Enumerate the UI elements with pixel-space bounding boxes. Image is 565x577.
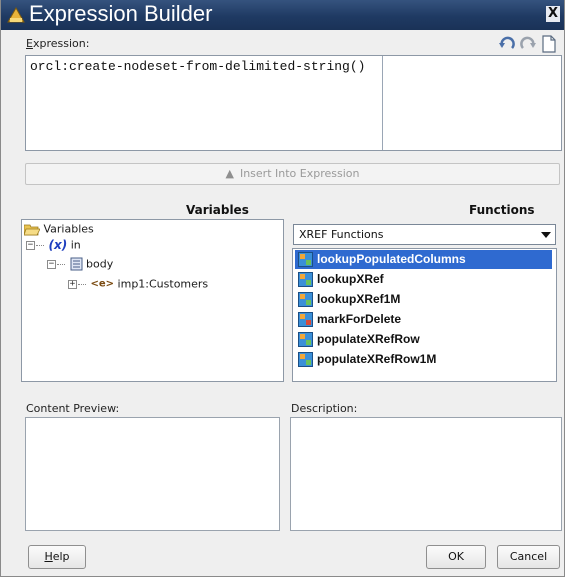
functions-header: Functions bbox=[469, 203, 535, 217]
tree-item-body[interactable]: − body bbox=[47, 257, 113, 273]
ok-button[interactable]: OK bbox=[426, 545, 486, 569]
function-item[interactable]: populateXRefRow bbox=[295, 330, 552, 349]
function-item-label: lookupXRef bbox=[317, 272, 384, 286]
expression-divider bbox=[382, 56, 383, 150]
xref-function-icon bbox=[298, 332, 313, 347]
help-button[interactable]: Help bbox=[28, 545, 86, 569]
help-button-label: elp bbox=[52, 550, 70, 563]
tree-connector bbox=[57, 263, 65, 265]
tree-item-body-label: body bbox=[86, 257, 114, 271]
collapse-icon[interactable]: − bbox=[26, 240, 35, 250]
expression-label-text: xpression: bbox=[32, 37, 90, 50]
folder-open-icon bbox=[23, 224, 41, 235]
function-item[interactable]: lookupXRef1M bbox=[295, 290, 552, 309]
expression-label-mnemonic: E bbox=[26, 37, 33, 50]
tree-connector bbox=[36, 244, 44, 246]
xref-function-icon bbox=[298, 252, 313, 267]
function-category-select[interactable]: XREF Functions bbox=[293, 224, 556, 245]
collapse-icon[interactable]: − bbox=[47, 259, 56, 269]
expand-icon[interactable]: + bbox=[68, 279, 77, 289]
function-item-label: lookupPopulatedColumns bbox=[317, 252, 466, 266]
variable-icon: (x) bbox=[48, 238, 68, 252]
functions-list[interactable]: lookupPopulatedColumns lookupXRef lookup… bbox=[292, 248, 557, 382]
message-part-icon bbox=[70, 257, 82, 271]
function-item[interactable]: markForDelete bbox=[295, 310, 552, 329]
expression-text[interactable]: orcl:create-nodeset-from-delimited-strin… bbox=[30, 59, 365, 74]
close-button[interactable]: X bbox=[546, 6, 560, 22]
undo-icon[interactable] bbox=[498, 35, 516, 53]
function-category-value: XREF Functions bbox=[299, 228, 384, 241]
description-label: Description: bbox=[291, 402, 358, 415]
tree-item-variables-label: Variables bbox=[43, 222, 94, 236]
function-item-label: lookupXRef1M bbox=[317, 292, 401, 306]
content-preview-label: Content Preview: bbox=[26, 402, 120, 415]
function-item[interactable]: lookupPopulatedColumns bbox=[295, 250, 552, 269]
insert-into-expression-button[interactable]: ▲ Insert Into Expression bbox=[25, 163, 560, 185]
function-item-label: populateXRefRow bbox=[317, 332, 420, 346]
redo-icon[interactable] bbox=[519, 35, 537, 53]
up-arrow-icon: ▲ bbox=[225, 167, 234, 180]
expression-builder-dialog: Expression Builder X Expression: orcl:cr… bbox=[0, 0, 565, 577]
new-document-icon[interactable] bbox=[540, 35, 558, 53]
window-title: Expression Builder bbox=[29, 1, 213, 26]
variables-tree[interactable]: Variables − (x) in − body + <e> imp1:Cus… bbox=[21, 219, 284, 382]
xref-function-icon bbox=[298, 352, 313, 367]
element-icon: <e> bbox=[90, 278, 115, 290]
title-bar[interactable]: Expression Builder X bbox=[1, 0, 564, 30]
help-button-mnemonic: H bbox=[44, 550, 53, 563]
variables-header: Variables bbox=[186, 203, 249, 217]
insert-into-expression-label: Insert Into Expression bbox=[239, 167, 360, 180]
content-preview-pane bbox=[25, 417, 280, 531]
xref-function-icon bbox=[298, 312, 313, 327]
tree-item-variables[interactable]: Variables bbox=[23, 222, 94, 238]
cancel-button[interactable]: Cancel bbox=[497, 545, 560, 569]
tree-item-in-label: in bbox=[70, 238, 81, 252]
chevron-down-icon[interactable] bbox=[541, 232, 551, 238]
tree-item-imp1-customers-label: imp1:Customers bbox=[117, 277, 209, 291]
function-item-label: populateXRefRow1M bbox=[317, 352, 437, 366]
expression-editor[interactable]: orcl:create-nodeset-from-delimited-strin… bbox=[25, 55, 562, 151]
function-item[interactable]: populateXRefRow1M bbox=[295, 350, 552, 369]
expression-label: Expression: bbox=[26, 37, 89, 50]
expression-builder-icon bbox=[7, 6, 25, 23]
tree-item-in[interactable]: − (x) in bbox=[26, 238, 81, 254]
function-item[interactable]: lookupXRef bbox=[295, 270, 552, 289]
xref-function-icon bbox=[298, 272, 313, 287]
xref-function-icon bbox=[298, 292, 313, 307]
tree-item-imp1-customers[interactable]: + <e> imp1:Customers bbox=[68, 277, 208, 293]
function-item-label: markForDelete bbox=[317, 312, 402, 326]
description-pane bbox=[290, 417, 562, 531]
tree-connector bbox=[78, 283, 86, 285]
